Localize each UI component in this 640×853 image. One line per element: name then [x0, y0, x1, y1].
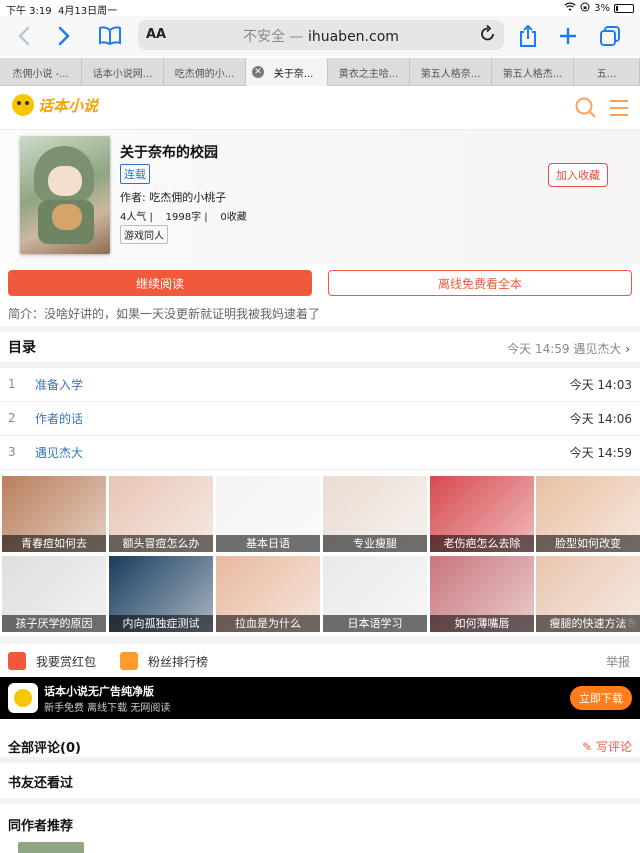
site-header: 话本小说 [0, 86, 640, 130]
comments-title: 全部评论(0) [8, 741, 81, 756]
chapter-row[interactable]: 1 准备入学 今天 14:03 [0, 368, 640, 402]
chapter-title: 作者的话 [35, 412, 84, 426]
toc-title: 目录 [8, 340, 36, 356]
popularity-count: 4人气 [120, 212, 147, 223]
site-logo[interactable]: 话本小说 [12, 94, 98, 116]
fans-ranking-link[interactable]: 粉丝排行榜 [148, 653, 208, 670]
banner-title: 话本小说无广告纯净版 [44, 685, 154, 698]
divider [0, 326, 640, 332]
recommended-book-cover[interactable] [18, 842, 84, 853]
chapter-time: 今天 14:03 [569, 378, 632, 392]
address-bar[interactable]: AA 不安全 — ihuaben.com [138, 20, 504, 50]
add-favorite-button[interactable]: 加入收藏 [548, 163, 608, 187]
report-link[interactable]: 举报 [606, 653, 630, 670]
favorite-count: 0收藏 [220, 212, 247, 223]
book-title: 关于奈布的校园 [120, 145, 218, 161]
browser-tab[interactable]: 第五人格杰... [492, 58, 574, 86]
tab-strip: 杰佣小说 -... 话本小说网... 吃杰佣的小... ✕ 关于奈... 黄衣之主… [0, 58, 640, 86]
chapter-row[interactable]: 3 遇见杰大 今天 14:59 [0, 436, 640, 470]
browser-tab[interactable]: 五... [574, 58, 640, 86]
browser-tab[interactable]: 吃杰佣的小... [164, 58, 246, 86]
book-intro: 简介：没啥好讲的，如果一天没更新就证明我被我妈逮着了 [8, 307, 321, 321]
ad-tile[interactable]: 日本语学习 [323, 556, 427, 632]
close-tab-icon[interactable]: ✕ [252, 66, 264, 78]
book-cover[interactable] [20, 136, 110, 254]
tabs-overview-icon[interactable] [596, 22, 624, 50]
ad-tile[interactable]: 如何薄嘴唇 [430, 556, 534, 632]
ad-grid: 青春痘如何去 额头冒痘怎么办 基本日语 专业瘦腿 老伤疤怎么去除 脸型如何改变 … [0, 474, 640, 634]
divider [0, 636, 640, 644]
browser-tab[interactable]: 黄衣之主哈... [328, 58, 410, 86]
forward-icon[interactable] [50, 22, 78, 50]
chapter-title: 遇见杰大 [35, 446, 84, 460]
browser-toolbar: AA 不安全 — ihuaben.com [0, 16, 640, 56]
new-tab-icon[interactable] [554, 22, 582, 50]
ad-tile[interactable]: 老伤疤怎么去除 [430, 476, 534, 552]
red-packet-link[interactable]: 我要赏红包 [36, 653, 96, 670]
ad-tile[interactable]: 内向孤独症测试 [109, 556, 213, 632]
ad-tile[interactable]: 专业瘦腿 [323, 476, 427, 552]
chapter-row[interactable]: 2 作者的话 今天 14:06 [0, 402, 640, 436]
same-author-section: 同作者推荐 [0, 809, 640, 837]
book-author[interactable]: 作者: 吃杰佣的小桃子 [120, 189, 226, 205]
menu-icon[interactable] [608, 96, 632, 120]
chapter-title: 准备入学 [35, 378, 84, 392]
red-packet-icon [8, 652, 26, 670]
back-icon[interactable] [10, 22, 38, 50]
app-banner: 话本小说无广告纯净版 新手免费 离线下载 无网阅读 立即下载 [0, 677, 640, 719]
url-domain: ihuaben.com [307, 29, 399, 45]
ad-tile[interactable]: 青春痘如何去 [2, 476, 106, 552]
chevron-right-icon: › [625, 342, 630, 356]
browser-tab[interactable]: 话本小说网... [82, 58, 164, 86]
share-icon[interactable] [514, 22, 542, 50]
insecure-label: 不安全 — [243, 29, 304, 45]
banner-subtitle: 新手免费 离线下载 无网阅读 [44, 703, 171, 714]
status-bar: 下午 3:19 4月13日周一 3% [0, 0, 640, 17]
ad-tile[interactable]: 额头冒痘怎么办 [109, 476, 213, 552]
continue-reading-button[interactable]: 继续阅读 [8, 270, 312, 296]
reload-icon[interactable] [480, 24, 496, 46]
comments-section: 全部评论(0) ✎ 写评论 [0, 731, 640, 759]
toc-header: 目录 今天 14:59 遇见杰大 › [0, 334, 640, 360]
ad-tile[interactable]: 拉血是为什么 [216, 556, 320, 632]
serial-badge: 连载 [120, 164, 150, 184]
latest-chapter-link[interactable]: 今天 14:59 遇见杰大 › [507, 340, 630, 357]
ad-tile[interactable]: 脸型如何改变 [536, 476, 640, 552]
browser-tab-active[interactable]: ✕ 关于奈... [246, 58, 328, 86]
battery-icon [614, 4, 634, 13]
write-comment-button[interactable]: ✎ 写评论 [582, 738, 632, 755]
trophy-icon [120, 652, 138, 670]
battery-percent: 3% [594, 3, 610, 14]
ad-label[interactable]: 广告 [618, 616, 636, 629]
book-stats: 4人气 | 1998字 | 0收藏 [120, 212, 247, 223]
edit-icon: ✎ [582, 740, 593, 754]
ad-tile[interactable]: 孩子厌学的原因 [2, 556, 106, 632]
app-icon [8, 683, 38, 713]
word-count: 1998字 [165, 212, 202, 223]
bookmarks-icon[interactable] [96, 22, 124, 50]
download-button[interactable]: 立即下载 [570, 686, 632, 710]
chapter-time: 今天 14:06 [569, 412, 632, 426]
browser-tab[interactable]: 第五人格奈... [410, 58, 492, 86]
wifi-icon [564, 2, 576, 15]
ad-tile[interactable]: 基本日语 [216, 476, 320, 552]
search-icon[interactable] [574, 96, 598, 120]
logo-text: 话本小说 [38, 96, 99, 115]
divider [0, 798, 640, 804]
also-read-section: 书友还看过 [0, 766, 640, 794]
divider [0, 757, 640, 763]
also-read-title: 书友还看过 [8, 776, 74, 791]
browser-tab[interactable]: 杰佣小说 -... [0, 58, 82, 86]
logo-icon [12, 94, 34, 116]
chapter-time: 今天 14:59 [569, 446, 632, 460]
lock-rotation-icon [580, 2, 590, 15]
offline-read-button[interactable]: 离线免费看全本 [328, 270, 632, 296]
same-author-title: 同作者推荐 [8, 819, 74, 834]
genre-tag[interactable]: 游戏同人 [120, 225, 168, 244]
reward-links: 我要赏红包 粉丝排行榜 举报 [0, 646, 640, 674]
book-info: 关于奈布的校园 连载 作者: 吃杰佣的小桃子 4人气 | 1998字 | 0收藏… [0, 130, 640, 264]
